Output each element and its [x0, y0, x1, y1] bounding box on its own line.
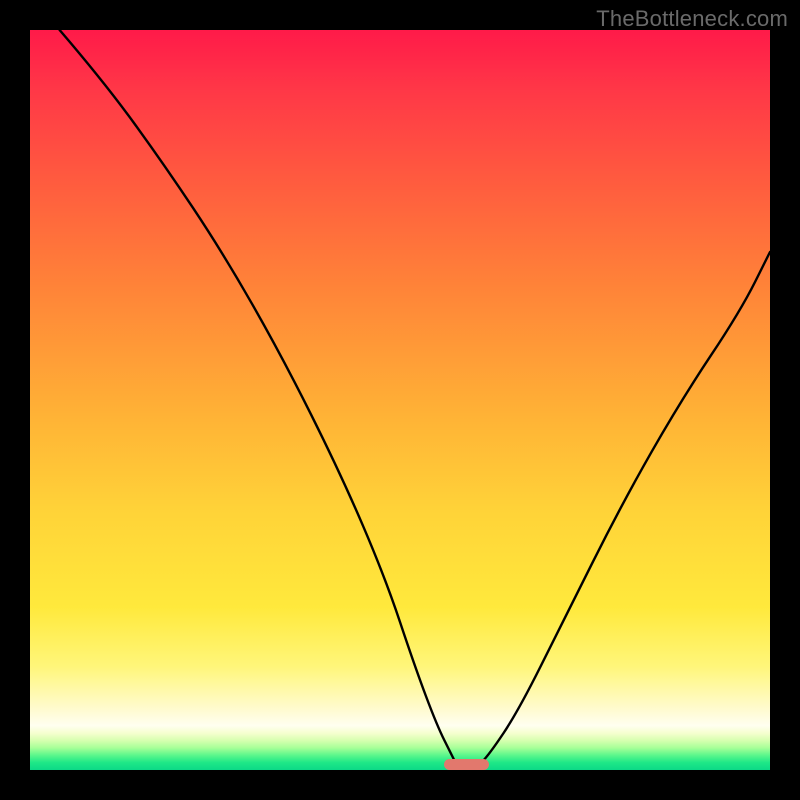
chart-frame: TheBottleneck.com: [0, 0, 800, 800]
optimal-marker: [444, 759, 488, 770]
plot-area: [30, 30, 770, 770]
watermark-text: TheBottleneck.com: [596, 6, 788, 32]
curve-svg: [30, 30, 770, 770]
bottleneck-curve-path: [60, 30, 770, 770]
